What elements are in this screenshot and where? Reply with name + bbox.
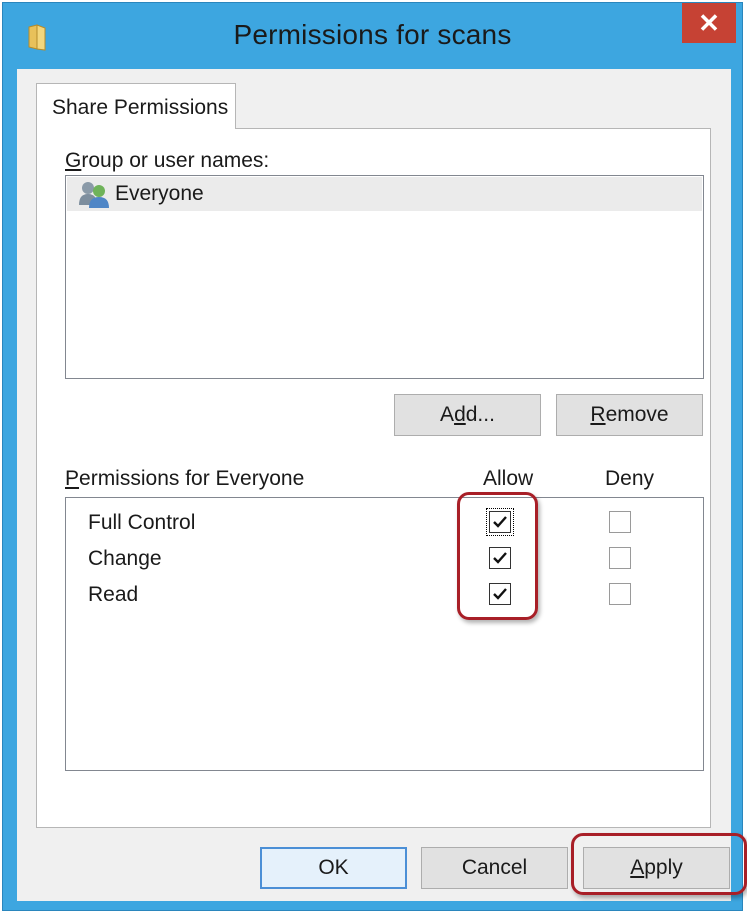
close-button[interactable]: ✕ xyxy=(682,3,736,43)
ok-button[interactable]: OK xyxy=(260,847,407,889)
permissions-list: Full Control Change Read xyxy=(65,497,704,771)
tab-share-permissions[interactable]: Share Permissions xyxy=(36,83,236,129)
group-user-list[interactable]: Everyone xyxy=(65,175,704,379)
add-button[interactable]: Ad d... xyxy=(394,394,541,436)
close-icon: ✕ xyxy=(698,7,720,38)
deny-checkbox-full-control[interactable] xyxy=(609,511,631,533)
tab-panel: Group or user names: Everyone Ad d... Rem… xyxy=(36,128,711,828)
list-item-label: Everyone xyxy=(115,182,204,205)
deny-checkbox-read[interactable] xyxy=(609,583,631,605)
allow-header: Allow xyxy=(483,467,534,490)
dialog-client: Share Permissions Group or user names: E… xyxy=(17,69,747,901)
permission-name: Read xyxy=(88,583,139,606)
permissions-dialog: Permissions for scans ✕ Share Permission… xyxy=(2,2,747,911)
deny-header: Deny xyxy=(605,467,655,490)
allow-column-highlight xyxy=(457,492,538,620)
group-label: Group or user names: xyxy=(65,149,270,172)
remove-button[interactable]: Remove xyxy=(556,394,703,436)
title-bar[interactable]: Permissions for scans ✕ xyxy=(3,3,742,69)
window-title: Permissions for scans xyxy=(233,19,512,50)
deny-checkbox-change[interactable] xyxy=(609,547,631,569)
apply-highlight xyxy=(571,833,747,895)
list-item[interactable]: Everyone xyxy=(67,177,702,211)
permission-name: Full Control xyxy=(88,511,196,534)
permissions-label: Permissions for Everyone xyxy=(65,467,305,490)
users-icon xyxy=(79,182,109,208)
cancel-button[interactable]: Cancel xyxy=(421,847,568,889)
permission-name: Change xyxy=(88,547,162,570)
